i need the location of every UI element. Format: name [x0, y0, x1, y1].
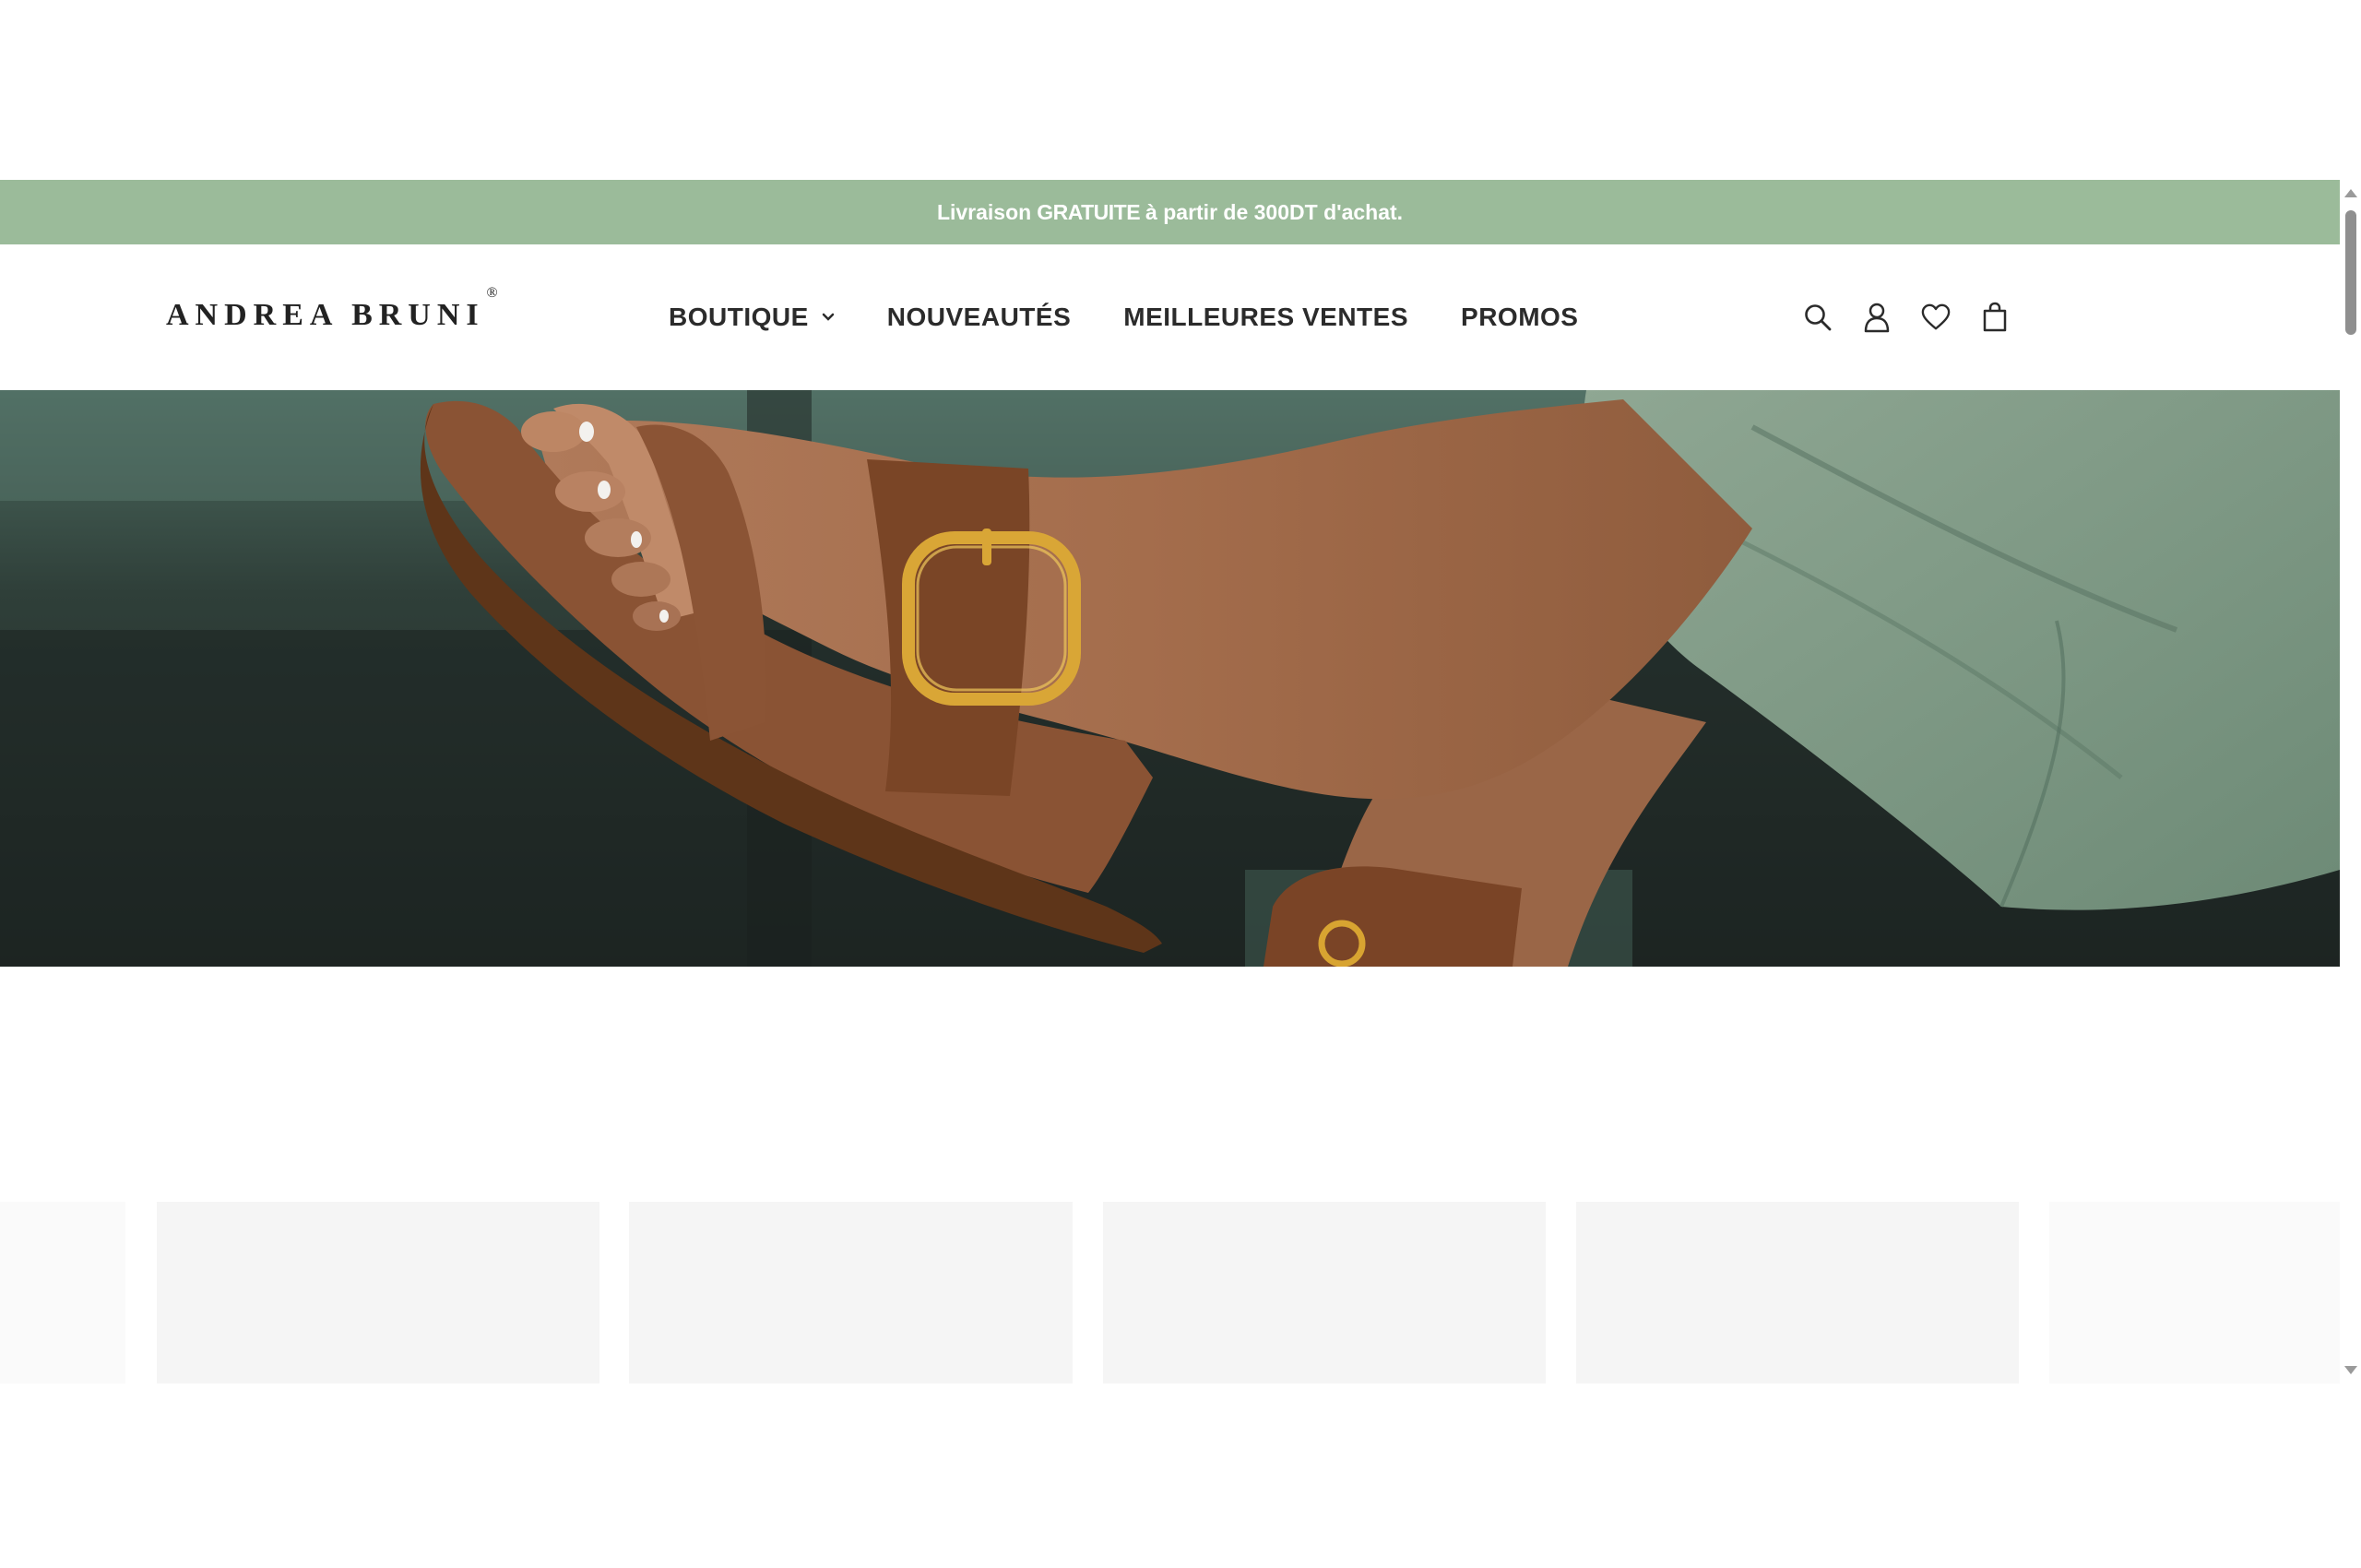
nav-item-meilleures-ventes[interactable]: MEILLEURES VENTES — [1123, 303, 1408, 332]
chevron-down-icon — [822, 313, 835, 321]
wishlist-heart-icon — [1921, 303, 1951, 330]
brand-logo[interactable]: ANDREA BRUNI ® — [166, 285, 498, 333]
nav-item-boutique[interactable]: BOUTIQUE — [669, 303, 835, 332]
nav-item-nouveautes[interactable]: NOUVEAUTÉS — [887, 303, 1071, 332]
product-card-placeholder[interactable] — [629, 1202, 1073, 1384]
hero-sandal-image — [0, 390, 2340, 967]
announcement-emphasis: GRATUITE — [1037, 199, 1141, 224]
scroll-down-arrow-icon[interactable] — [2344, 1366, 2357, 1374]
vertical-scrollbar[interactable] — [2340, 180, 2361, 1384]
product-card-placeholder[interactable] — [0, 1202, 125, 1384]
product-card-placeholder[interactable] — [1576, 1202, 2019, 1384]
search-icon — [1805, 304, 1832, 331]
product-card-placeholder[interactable] — [2049, 1202, 2340, 1384]
search-button[interactable] — [1803, 301, 1833, 334]
announcement-text-start: Livraison — [936, 199, 1032, 224]
product-card-placeholder[interactable] — [1103, 1202, 1546, 1384]
wishlist-button[interactable] — [1921, 301, 1951, 334]
account-icon — [1864, 303, 1890, 333]
nav-item-label: PROMOS — [1461, 303, 1579, 331]
nav-item-promos[interactable]: PROMOS — [1461, 303, 1578, 332]
product-card-placeholder[interactable] — [157, 1202, 599, 1384]
header-actions — [1803, 244, 2010, 390]
nav-item-label: MEILLEURES VENTES — [1123, 303, 1409, 331]
site-header: ANDREA BRUNI ® BOUTIQUE NOUVEAUTÉS MEILL… — [0, 244, 2340, 390]
brand-name: ANDREA BRUNI — [166, 298, 485, 332]
account-button[interactable] — [1862, 301, 1892, 334]
shopping-bag-icon — [1983, 302, 2007, 332]
product-carousel — [0, 1202, 2340, 1384]
hero-banner[interactable] — [0, 390, 2340, 967]
announcement-bar: Livraison GRATUITE à partir de 300DT d'a… — [0, 180, 2340, 244]
cart-button[interactable] — [1980, 301, 2010, 334]
nav-item-label: BOUTIQUE — [669, 303, 809, 331]
registered-mark: ® — [486, 285, 498, 301]
browser-viewport: Livraison GRATUITE à partir de 300DT d'a… — [0, 180, 2361, 1384]
nav-item-label: NOUVEAUTÉS — [886, 303, 1072, 331]
scroll-up-arrow-icon[interactable] — [2344, 189, 2357, 197]
scrollbar-thumb[interactable] — [2345, 210, 2356, 335]
announcement-text-end: à partir de 300DT d'achat. — [1145, 199, 1404, 224]
main-navigation: BOUTIQUE NOUVEAUTÉS MEILLEURES VENTES PR… — [669, 244, 1578, 390]
